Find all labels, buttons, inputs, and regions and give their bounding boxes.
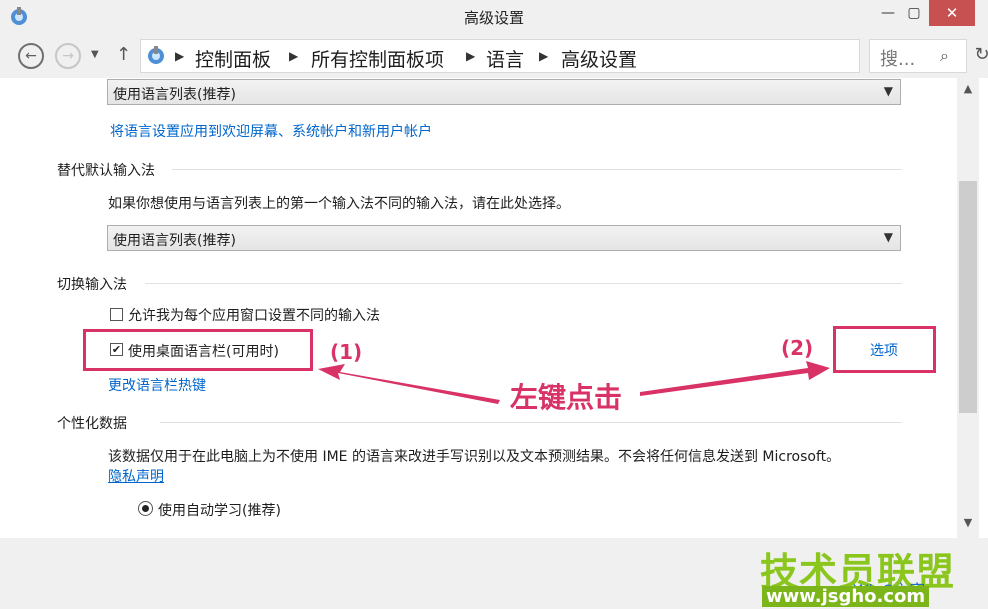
watermark-url: www.jsgho.com — [762, 586, 930, 607]
arrow-left-icon — [318, 364, 500, 404]
annotation-arrows — [318, 361, 830, 404]
arrow-right-icon — [640, 361, 830, 396]
annotation-callout: 左键点击 — [510, 381, 623, 414]
